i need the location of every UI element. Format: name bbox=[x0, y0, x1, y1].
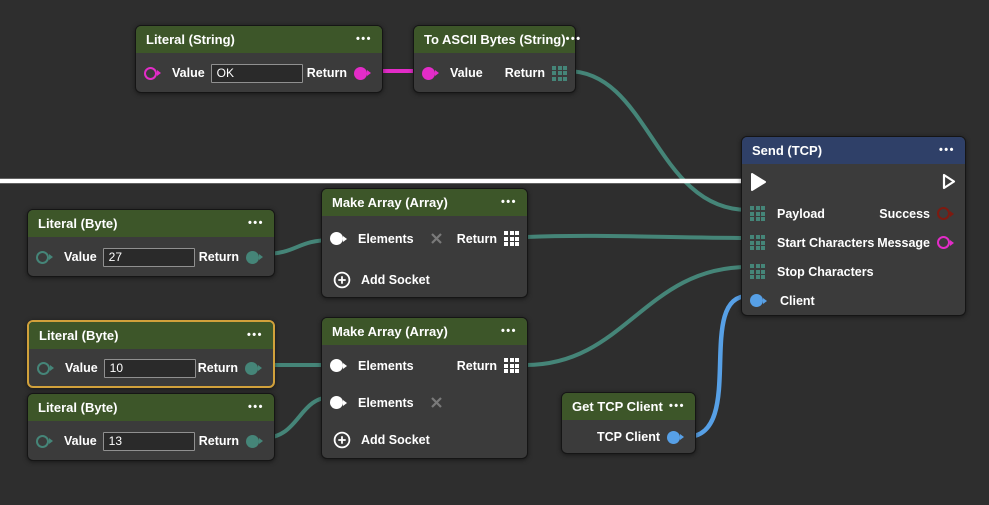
wire-ascii-to-payload[interactable] bbox=[567, 71, 748, 210]
client-label: Client bbox=[780, 294, 815, 308]
add-socket-label[interactable]: Add Socket bbox=[361, 433, 430, 447]
output-port-message[interactable] bbox=[937, 236, 957, 249]
input-port-stopchars-array-icon[interactable] bbox=[750, 264, 765, 279]
node-title: Make Array (Array) bbox=[332, 195, 501, 210]
elements-label: Elements bbox=[358, 232, 414, 246]
node-menu-icon[interactable]: ••• bbox=[501, 197, 517, 208]
remove-socket-icon[interactable] bbox=[430, 396, 443, 409]
node-menu-icon[interactable]: ••• bbox=[247, 330, 263, 341]
node-title: Literal (Byte) bbox=[39, 328, 247, 343]
exec-output-icon[interactable] bbox=[941, 172, 957, 191]
stop-characters-label: Stop Characters bbox=[777, 265, 874, 279]
node-menu-icon[interactable]: ••• bbox=[248, 402, 264, 413]
input-port-payload-array-icon[interactable] bbox=[750, 206, 765, 221]
input-port-startchars-array-icon[interactable] bbox=[750, 235, 765, 250]
node-header[interactable]: Make Array (Array) ••• bbox=[322, 318, 527, 345]
value-input[interactable] bbox=[211, 64, 303, 83]
node-literal-byte-27[interactable]: Literal (Byte) ••• Value Return bbox=[27, 209, 275, 277]
input-port-value[interactable] bbox=[37, 362, 57, 375]
node-menu-icon[interactable]: ••• bbox=[669, 401, 685, 412]
output-port-return-array-icon[interactable] bbox=[552, 66, 567, 81]
payload-label: Payload bbox=[777, 207, 825, 221]
node-title: Send (TCP) bbox=[752, 143, 939, 158]
output-port-success[interactable] bbox=[937, 207, 957, 220]
node-header[interactable]: Make Array (Array) ••• bbox=[322, 189, 527, 216]
value-label: Value bbox=[64, 250, 97, 264]
node-title: Get TCP Client bbox=[572, 399, 669, 414]
node-get-tcp-client[interactable]: Get TCP Client ••• TCP Client bbox=[561, 392, 696, 454]
node-make-array-1[interactable]: Make Array (Array) ••• Elements Return A… bbox=[321, 188, 528, 298]
wire-makearray2-to-stopchars[interactable] bbox=[526, 267, 748, 365]
output-port-return[interactable] bbox=[245, 362, 265, 375]
node-header[interactable]: Literal (Byte) ••• bbox=[29, 322, 273, 349]
input-port-client[interactable] bbox=[750, 294, 770, 307]
node-header[interactable]: To ASCII Bytes (String) ••• bbox=[414, 26, 575, 53]
node-title: Literal (Byte) bbox=[38, 400, 248, 415]
node-literal-string[interactable]: Literal (String) ••• Value Return bbox=[135, 25, 383, 93]
node-header[interactable]: Literal (Byte) ••• bbox=[28, 394, 274, 421]
return-label: Return bbox=[199, 250, 239, 264]
node-menu-icon[interactable]: ••• bbox=[356, 34, 372, 45]
node-header[interactable]: Literal (Byte) ••• bbox=[28, 210, 274, 237]
value-label: Value bbox=[172, 66, 205, 80]
input-port-value[interactable] bbox=[36, 435, 56, 448]
node-title: Make Array (Array) bbox=[332, 324, 501, 339]
output-port-return-array-icon[interactable] bbox=[504, 358, 519, 373]
value-label: Value bbox=[65, 361, 98, 375]
return-label: Return bbox=[198, 361, 238, 375]
value-label: Value bbox=[64, 434, 97, 448]
value-label: Value bbox=[450, 66, 483, 80]
node-literal-byte-10[interactable]: Literal (Byte) ••• Value Return bbox=[27, 320, 275, 388]
wire-makearray1-to-startchars[interactable] bbox=[526, 236, 748, 238]
input-port-value[interactable] bbox=[36, 251, 56, 264]
input-port-elements-1[interactable] bbox=[330, 359, 350, 372]
node-menu-icon[interactable]: ••• bbox=[248, 218, 264, 229]
return-label: Return bbox=[199, 434, 239, 448]
return-label: Return bbox=[505, 66, 545, 80]
elements-2-label: Elements bbox=[358, 396, 414, 410]
return-label: Return bbox=[307, 66, 347, 80]
elements-1-label: Elements bbox=[358, 359, 414, 373]
message-label: Message bbox=[877, 236, 930, 250]
node-header[interactable]: Send (TCP) ••• bbox=[742, 137, 965, 164]
input-port-value[interactable] bbox=[144, 67, 164, 80]
remove-socket-icon[interactable] bbox=[430, 232, 443, 245]
node-header[interactable]: Literal (String) ••• bbox=[136, 26, 382, 53]
value-input[interactable] bbox=[103, 248, 195, 267]
node-title: To ASCII Bytes (String) bbox=[424, 32, 566, 47]
return-label: Return bbox=[457, 359, 497, 373]
add-socket-icon[interactable] bbox=[333, 271, 351, 289]
add-socket-label[interactable]: Add Socket bbox=[361, 273, 430, 287]
node-literal-byte-13[interactable]: Literal (Byte) ••• Value Return bbox=[27, 393, 275, 461]
node-to-ascii-bytes[interactable]: To ASCII Bytes (String) ••• Value Return bbox=[413, 25, 576, 93]
value-input[interactable] bbox=[104, 359, 196, 378]
add-socket-icon[interactable] bbox=[333, 431, 351, 449]
node-menu-icon[interactable]: ••• bbox=[501, 326, 517, 337]
output-port-return[interactable] bbox=[246, 435, 266, 448]
input-port-elements-2[interactable] bbox=[330, 396, 350, 409]
output-port-return-array-icon[interactable] bbox=[504, 231, 519, 246]
start-characters-label: Start Characters bbox=[777, 236, 874, 250]
node-make-array-2[interactable]: Make Array (Array) ••• Elements Return E… bbox=[321, 317, 528, 459]
exec-input-icon[interactable] bbox=[750, 172, 767, 192]
node-header[interactable]: Get TCP Client ••• bbox=[562, 393, 695, 420]
input-port-elements[interactable] bbox=[330, 232, 350, 245]
input-port-value[interactable] bbox=[422, 67, 442, 80]
output-port-return[interactable] bbox=[246, 251, 266, 264]
return-label: Return bbox=[457, 232, 497, 246]
output-port-return[interactable] bbox=[354, 67, 374, 80]
node-editor-canvas[interactable]: Literal (String) ••• Value Return To ASC… bbox=[0, 0, 989, 505]
value-input[interactable] bbox=[103, 432, 195, 451]
output-port-tcp-client[interactable] bbox=[667, 431, 687, 444]
node-title: Literal (String) bbox=[146, 32, 356, 47]
tcp-client-label: TCP Client bbox=[597, 430, 660, 444]
node-send-tcp[interactable]: Send (TCP) ••• Payload Success Start Cha… bbox=[741, 136, 966, 316]
node-menu-icon[interactable]: ••• bbox=[939, 145, 955, 156]
node-menu-icon[interactable]: ••• bbox=[566, 34, 582, 45]
node-title: Literal (Byte) bbox=[38, 216, 248, 231]
success-label: Success bbox=[879, 207, 930, 221]
